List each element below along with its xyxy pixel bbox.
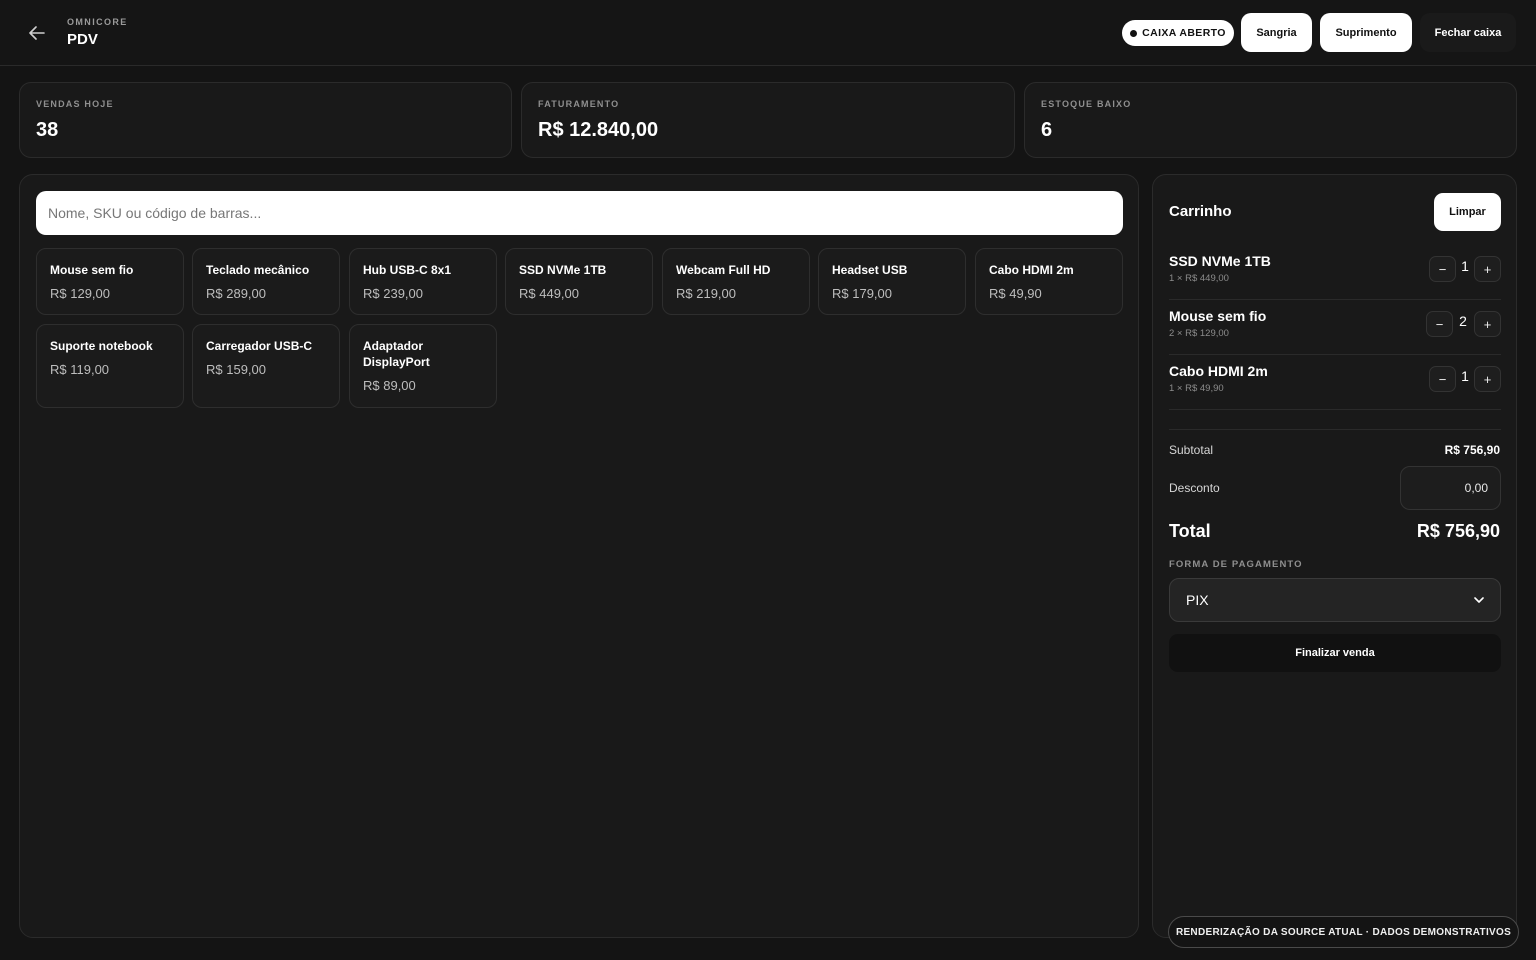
top-bar: OMNICORE PDV CAIXA ABERTO Sangria Suprim… [0, 0, 1536, 66]
cart-item-name: SSD NVMe 1TB [1169, 253, 1271, 269]
payment-method-select[interactable]: PIX [1169, 578, 1501, 622]
close-register-button[interactable]: Fechar caixa [1420, 13, 1516, 52]
product-price: R$ 289,00 [206, 286, 266, 301]
product-price: R$ 179,00 [832, 286, 892, 301]
increase-quantity-button[interactable]: + [1474, 366, 1501, 392]
cart-item: Cabo HDMI 2m 1 × R$ 49,90 − 1 + [1169, 355, 1501, 410]
cart-item-detail: 1 × R$ 449,00 [1169, 273, 1229, 284]
demo-data-badge: RENDERIZAÇÃO DA SOURCE ATUAL · DADOS DEM… [1168, 916, 1519, 948]
decrease-quantity-button[interactable]: − [1429, 366, 1456, 392]
product-name: Teclado mecânico [206, 263, 310, 277]
product-card[interactable]: Hub USB-C 8x1 R$ 239,00 [349, 248, 497, 315]
product-price: R$ 219,00 [676, 286, 736, 301]
product-price: R$ 129,00 [50, 286, 110, 301]
stat-card-sales-today: VENDAS HOJE 38 [19, 82, 512, 158]
cart-item: Mouse sem fio 2 × R$ 129,00 − 2 + [1169, 300, 1501, 355]
product-card[interactable]: Teclado mecânico R$ 289,00 [192, 248, 340, 315]
product-card[interactable]: Headset USB R$ 179,00 [818, 248, 966, 315]
product-price: R$ 49,90 [989, 286, 1042, 301]
cart-item: SSD NVMe 1TB 1 × R$ 449,00 − 1 + [1169, 245, 1501, 300]
stat-label: FATURAMENTO [538, 99, 620, 109]
product-card[interactable]: Adaptador DisplayPort R$ 89,00 [349, 324, 497, 408]
discount-label: Desconto [1169, 481, 1220, 495]
product-name: Carregador USB-C [206, 339, 313, 353]
product-price: R$ 119,00 [50, 362, 110, 377]
product-name: Headset USB [832, 263, 908, 277]
product-card[interactable]: Carregador USB-C R$ 159,00 [192, 324, 340, 408]
discount-input[interactable] [1400, 466, 1501, 510]
subtotal-label: Subtotal [1169, 443, 1214, 457]
cart-item-detail: 2 × R$ 129,00 [1169, 328, 1229, 339]
product-search-input[interactable] [36, 191, 1123, 235]
cart-item-quantity: 1 [1461, 368, 1469, 384]
cart-item-name: Cabo HDMI 2m [1169, 363, 1268, 379]
product-price: R$ 159,00 [206, 362, 266, 377]
cart-item-quantity: 2 [1459, 313, 1467, 329]
product-price: R$ 239,00 [363, 286, 423, 301]
brand-name: OMNICORE [67, 17, 128, 27]
chevron-down-icon [1474, 597, 1484, 603]
product-price: R$ 449,00 [519, 286, 579, 301]
product-name: Adaptador DisplayPort [363, 339, 430, 369]
product-card[interactable]: Suporte notebook R$ 119,00 [36, 324, 184, 408]
stat-value: R$ 12.840,00 [538, 119, 659, 141]
product-catalog-panel: Mouse sem fio R$ 129,00 Teclado mecânico… [19, 174, 1139, 938]
product-card[interactable]: SSD NVMe 1TB R$ 449,00 [505, 248, 653, 315]
payment-method-label: FORMA DE PAGAMENTO [1169, 559, 1303, 570]
product-name: Webcam Full HD [676, 263, 771, 277]
total-value: R$ 756,90 [1416, 521, 1500, 541]
cart-title: Carrinho [1169, 203, 1232, 220]
payment-method-value: PIX [1186, 592, 1209, 608]
register-status-badge: CAIXA ABERTO [1122, 20, 1234, 46]
cart-panel: Carrinho Limpar SSD NVMe 1TB 1 × R$ 449,… [1152, 174, 1517, 938]
increase-quantity-button[interactable]: + [1474, 311, 1501, 337]
product-name: Hub USB-C 8x1 [363, 263, 452, 277]
page-title: PDV [67, 31, 98, 48]
status-text: CAIXA ABERTO [1142, 27, 1226, 39]
sangria-button[interactable]: Sangria [1241, 13, 1312, 52]
product-card[interactable]: Mouse sem fio R$ 129,00 [36, 248, 184, 315]
clear-cart-button[interactable]: Limpar [1434, 193, 1501, 231]
stat-label: VENDAS HOJE [36, 99, 114, 109]
product-price: R$ 89,00 [363, 378, 416, 393]
stat-card-low-stock: ESTOQUE BAIXO 6 [1024, 82, 1517, 158]
subtotal-value: R$ 756,90 [1444, 443, 1500, 457]
stat-value: 38 [36, 119, 59, 141]
product-card[interactable]: Cabo HDMI 2m R$ 49,90 [975, 248, 1123, 315]
product-name: Cabo HDMI 2m [989, 263, 1074, 277]
cart-item-detail: 1 × R$ 49,90 [1169, 383, 1224, 394]
suprimento-button[interactable]: Suprimento [1320, 13, 1412, 52]
cart-item-name: Mouse sem fio [1169, 308, 1267, 324]
product-name: Mouse sem fio [50, 263, 134, 277]
stat-label: ESTOQUE BAIXO [1041, 99, 1132, 109]
back-arrow-icon[interactable] [26, 22, 48, 44]
stat-value: 6 [1041, 119, 1053, 141]
cart-item-quantity: 1 [1461, 258, 1469, 274]
total-label: Total [1169, 521, 1211, 541]
status-dot-icon [1130, 29, 1138, 37]
decrease-quantity-button[interactable]: − [1429, 256, 1456, 282]
product-name: SSD NVMe 1TB [519, 263, 607, 277]
stat-card-revenue: FATURAMENTO R$ 12.840,00 [521, 82, 1015, 158]
product-name: Suporte notebook [50, 339, 153, 353]
finish-sale-button[interactable]: Finalizar venda [1169, 634, 1501, 672]
decrease-quantity-button[interactable]: − [1426, 311, 1453, 337]
product-card[interactable]: Webcam Full HD R$ 219,00 [662, 248, 810, 315]
increase-quantity-button[interactable]: + [1474, 256, 1501, 282]
divider [1169, 429, 1501, 430]
